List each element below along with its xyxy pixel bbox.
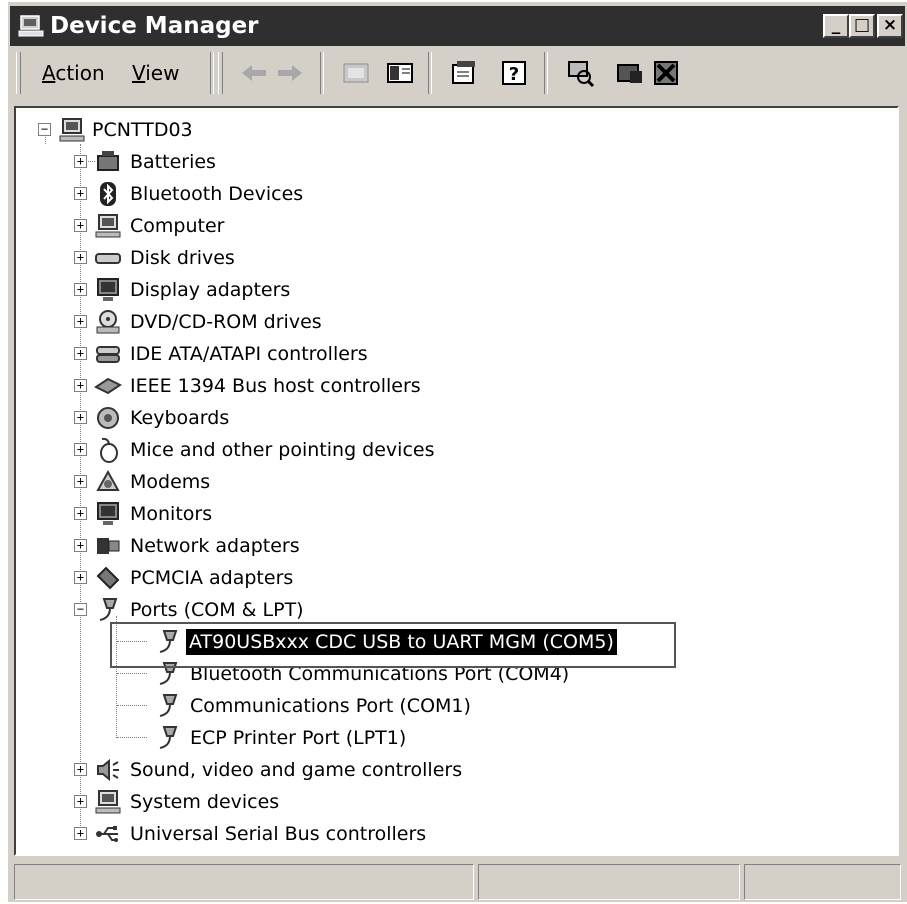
modem-icon	[96, 469, 120, 491]
tree-connector	[117, 705, 147, 706]
scan-hardware-icon[interactable]	[564, 57, 596, 89]
maximize-button[interactable]: □	[849, 14, 875, 38]
tree-connector	[117, 737, 147, 738]
expand-toggle[interactable]: +	[74, 251, 87, 264]
expand-toggle[interactable]: +	[74, 155, 87, 168]
computer-icon	[95, 214, 121, 238]
device-manager-icon	[18, 15, 44, 37]
help-icon[interactable]: ?	[498, 57, 530, 89]
window-title: Device Manager	[50, 13, 259, 39]
svg-text:?: ?	[509, 64, 519, 85]
expand-toggle[interactable]: +	[74, 283, 87, 296]
mouse-icon	[100, 437, 118, 463]
keyboard-icon	[97, 407, 119, 429]
tree-item-label: PCMCIA adapters	[130, 567, 294, 589]
tree-item-label: ECP Printer Port (LPT1)	[190, 727, 407, 749]
tree-item-label: Modems	[130, 471, 211, 493]
tree-item-label: System devices	[130, 791, 280, 813]
tree-item-label: Monitors	[130, 503, 213, 525]
device-tree[interactable]: − PCNTTD03 + Batteries + Bluetooth Devic…	[14, 106, 899, 856]
expand-toggle[interactable]: +	[74, 571, 87, 584]
expand-toggle[interactable]: +	[74, 763, 87, 776]
display-adapter-icon	[97, 278, 119, 301]
usb-icon	[96, 826, 118, 842]
toolbar-separator	[544, 52, 548, 94]
toolbar-separator	[428, 52, 432, 94]
expand-toggle[interactable]: +	[74, 379, 87, 392]
up-folder-icon[interactable]	[340, 57, 372, 89]
collapse-toggle[interactable]: −	[74, 603, 87, 616]
expand-toggle[interactable]: +	[74, 539, 87, 552]
expand-toggle[interactable]: +	[74, 315, 87, 328]
tree-item-label: Batteries	[130, 151, 216, 173]
status-pane	[14, 864, 474, 900]
status-bar	[10, 860, 905, 904]
tree-connector	[80, 144, 81, 834]
device-manager-window: Device Manager _ □ × Action View ? − PCN…	[6, 0, 907, 902]
expand-toggle[interactable]: +	[74, 795, 87, 808]
bluetooth-icon	[100, 182, 116, 206]
tree-item-label: DVD/CD-ROM drives	[130, 311, 322, 333]
back-arrow-icon[interactable]	[238, 57, 270, 89]
status-pane	[744, 864, 901, 900]
show-hide-console-tree-icon[interactable]	[384, 57, 416, 89]
close-button[interactable]: ×	[877, 14, 903, 38]
tree-item-label: Disk drives	[130, 247, 235, 269]
tree-root-label: PCNTTD03	[92, 119, 193, 141]
tree-item-label: Universal Serial Bus controllers	[130, 823, 427, 845]
tree-item-label: Network adapters	[130, 535, 300, 557]
toolbar-grip[interactable]	[218, 52, 223, 94]
toolbar-separator	[210, 52, 214, 94]
tree-item-label: Computer	[130, 215, 225, 237]
properties-icon[interactable]	[448, 57, 480, 89]
toolbar-grip[interactable]	[16, 52, 21, 94]
expand-toggle[interactable]: +	[74, 187, 87, 200]
annotation-highlight-box	[110, 622, 676, 668]
expand-toggle[interactable]: +	[74, 411, 87, 424]
network-adapter-icon	[97, 538, 120, 554]
forward-arrow-icon[interactable]	[274, 57, 306, 89]
expand-toggle[interactable]: +	[74, 475, 87, 488]
battery-icon	[97, 151, 119, 171]
tree-item-label: Sound, video and game controllers	[130, 759, 463, 781]
port-icon	[159, 726, 178, 749]
collapse-toggle[interactable]: −	[38, 123, 51, 136]
port-icon	[99, 598, 118, 621]
tree-item-label: Ports (COM & LPT)	[130, 599, 304, 621]
tree-item-label: IEEE 1394 Bus host controllers	[130, 375, 421, 397]
ieee1394-icon	[94, 377, 122, 395]
expand-toggle[interactable]: +	[74, 827, 87, 840]
toolbar-separator	[320, 52, 324, 94]
dvd-drive-icon	[96, 310, 120, 334]
tree-item-label: Display adapters	[130, 279, 291, 301]
uninstall-device-icon[interactable]	[614, 57, 646, 89]
tree-item-label: IDE ATA/ATAPI controllers	[130, 343, 368, 365]
ide-controller-icon	[96, 346, 120, 363]
sound-icon	[97, 758, 119, 782]
minimize-button[interactable]: _	[823, 14, 849, 38]
system-device-icon	[95, 790, 121, 814]
tree-item-label: Bluetooth Devices	[130, 183, 304, 205]
expand-toggle[interactable]: +	[74, 443, 87, 456]
tree-item-label: Mice and other pointing devices	[130, 439, 435, 461]
status-pane	[478, 864, 740, 900]
port-icon	[159, 694, 178, 717]
menu-view[interactable]: View	[132, 60, 179, 86]
tree-item-label: Communications Port (COM1)	[190, 695, 471, 717]
title-bar[interactable]: Device Manager _ □ ×	[10, 6, 905, 46]
computer-icon	[59, 118, 85, 142]
expand-toggle[interactable]: +	[74, 219, 87, 232]
menu-action[interactable]: Action	[42, 60, 105, 86]
expand-toggle[interactable]: +	[74, 347, 87, 360]
disk-drive-icon	[95, 253, 121, 264]
toolbar: Action View ?	[10, 48, 905, 100]
tree-item-label: Keyboards	[130, 407, 230, 429]
pcmcia-icon	[96, 566, 120, 590]
tree-connector	[117, 673, 147, 674]
expand-toggle[interactable]: +	[74, 507, 87, 520]
monitor-icon	[97, 502, 119, 525]
disable-device-icon[interactable]	[650, 57, 682, 89]
